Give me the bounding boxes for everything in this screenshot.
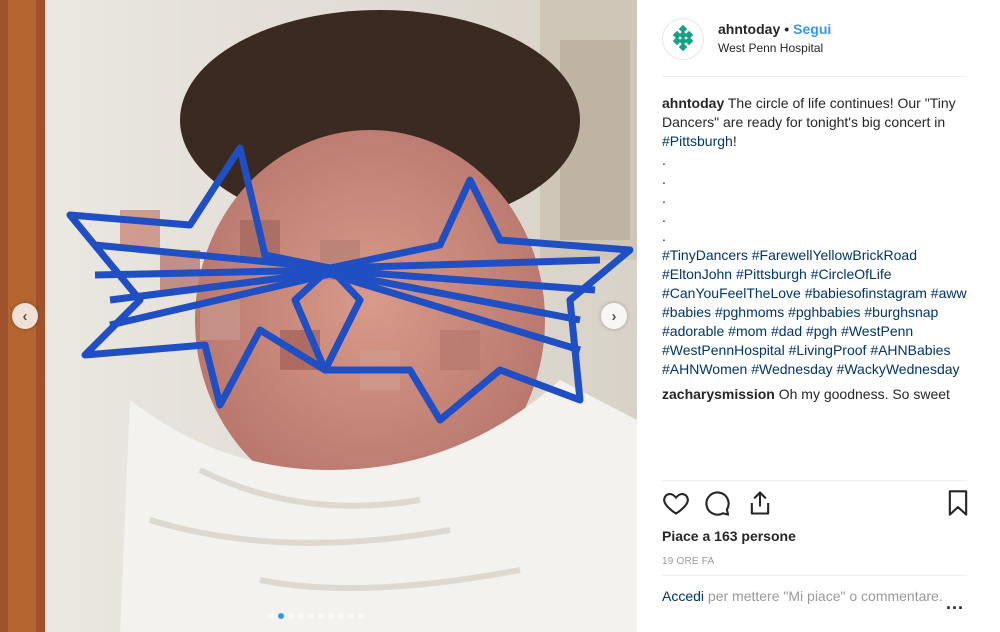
login-link[interactable]: Accedi (662, 588, 704, 604)
hashtag-link[interactable]: #Wednesday (751, 361, 832, 377)
post-details-panel: ahntoday • Segui West Penn Hospital ahntod… (637, 0, 1000, 632)
carousel-dot (358, 613, 364, 619)
chevron-left-icon: ‹ (22, 307, 28, 325)
divider (662, 480, 967, 481)
login-text: per mettere "Mi piace" o commentare. (707, 588, 943, 604)
hashtag-link[interactable]: #pghbabies (788, 304, 860, 320)
caption-dot-line: . (662, 190, 666, 206)
carousel-next-button[interactable]: › (601, 303, 627, 329)
hashtag-link[interactable]: #TinyDancers (662, 247, 748, 263)
bookmark-icon[interactable] (944, 489, 972, 517)
likes-count[interactable]: Piace a 163 persone (662, 528, 796, 544)
hashtag-link[interactable]: #WestPennHospital (662, 342, 785, 358)
carousel-dot (328, 613, 334, 619)
hashtag-link[interactable]: #AHNWomen (662, 361, 747, 377)
hashtag-link[interactable]: #FarewellYellowBrickRoad (752, 247, 917, 263)
carousel-dots (268, 613, 364, 619)
follow-button[interactable]: Segui (793, 21, 831, 37)
carousel-dot (268, 613, 274, 619)
hashtag-link[interactable]: #pghmoms (715, 304, 784, 320)
ahn-logo-icon (672, 24, 694, 52)
caption-dot-lines: ..... (662, 151, 967, 246)
header-username[interactable]: ahntoday (718, 21, 780, 37)
comment-item: zacharysmission Oh my goodness. So sweet (662, 385, 967, 404)
caption-hashtag[interactable]: #Pittsburgh (662, 133, 733, 149)
hashtag-link[interactable]: #Pittsburgh (736, 266, 807, 282)
hashtag-link[interactable]: #adorable (662, 323, 724, 339)
caption-dot-line: . (662, 171, 666, 187)
carousel-dot (348, 613, 354, 619)
avatar[interactable] (662, 18, 704, 60)
comment-icon[interactable] (703, 489, 731, 517)
hashtag-link[interactable]: #EltonJohn (662, 266, 732, 282)
caption-end: ! (732, 133, 737, 149)
carousel-dot (288, 613, 294, 619)
login-prompt: Accedi per mettere "Mi piace" o commenta… (662, 575, 967, 606)
hashtag-link[interactable]: #pgh (806, 323, 837, 339)
caption-dot-line: . (662, 209, 666, 225)
hashtag-link[interactable]: #aww (931, 285, 967, 301)
carousel-dot (308, 613, 314, 619)
share-icon[interactable] (746, 489, 774, 517)
hashtag-link[interactable]: #CircleOfLife (811, 266, 892, 282)
location-link[interactable]: West Penn Hospital (718, 41, 823, 55)
baby-photo-image (0, 0, 637, 632)
hashtag-link[interactable]: #dad (771, 323, 802, 339)
carousel-dot (318, 613, 324, 619)
carousel-dot (338, 613, 344, 619)
action-bar (662, 489, 982, 519)
timestamp[interactable]: 19 ORE FA (662, 556, 714, 567)
heart-icon[interactable] (662, 489, 690, 517)
more-options-button[interactable]: ... (946, 593, 964, 614)
comment-username[interactable]: zacharysmission (662, 386, 775, 402)
caption-dot-line: . (662, 228, 666, 244)
caption-dot-line: . (662, 152, 666, 168)
carousel-dot (298, 613, 304, 619)
hashtag-link[interactable]: #babiesofinstagram (805, 285, 927, 301)
header-separator: • (784, 21, 790, 37)
post-photo: ‹ › (0, 0, 637, 632)
hashtag-link[interactable]: #LivingProof (789, 342, 867, 358)
comments-section: ahntoday The circle of life continues! O… (662, 94, 967, 404)
hashtag-link[interactable]: #burghsnap (864, 304, 938, 320)
hashtag-link[interactable]: #AHNBabies (870, 342, 950, 358)
hashtag-link[interactable]: #mom (728, 323, 767, 339)
caption: ahntoday The circle of life continues! O… (662, 94, 967, 151)
hashtag-link[interactable]: #WackyWednesday (837, 361, 960, 377)
carousel-prev-button[interactable]: ‹ (12, 303, 38, 329)
caption-hashtags: #TinyDancers #FarewellYellowBrickRoad #E… (662, 246, 967, 379)
comment-text: Oh my goodness. So sweet (778, 386, 950, 402)
hashtag-link[interactable]: #babies (662, 304, 711, 320)
caption-username[interactable]: ahntoday (662, 95, 724, 111)
post-header: ahntoday • Segui West Penn Hospital (662, 18, 967, 77)
hashtag-link[interactable]: #WestPenn (841, 323, 913, 339)
carousel-dot (278, 613, 284, 619)
hashtag-link[interactable]: #CanYouFeelTheLove (662, 285, 801, 301)
chevron-right-icon: › (611, 307, 617, 325)
